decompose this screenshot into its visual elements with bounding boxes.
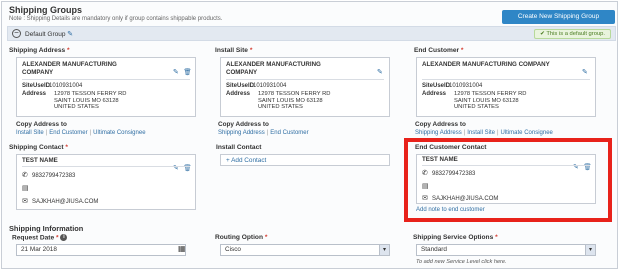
- copy-to-ultimate-consignee-link[interactable]: Ultimate Consignee: [501, 130, 553, 136]
- address-block: 12978 TESSON FERRY RD SAINT LOUIS MO 631…: [258, 91, 331, 111]
- siteuseid-value: 1010931004: [49, 83, 83, 89]
- copy-address-links: Install Site | End Customer | Ultimate Consi…: [16, 130, 146, 136]
- pencil-icon[interactable]: ✎: [67, 31, 73, 38]
- company-name: ALEXANDER MANUFACTURING COMPANY: [22, 61, 117, 76]
- copy-to-shipping-address-link[interactable]: Shipping Address: [415, 130, 462, 136]
- copy-to-ultimate-consignee-link[interactable]: Ultimate Consignee: [93, 130, 145, 136]
- address-block: 12978 TESSON FERRY RD SAINT LOUIS MO 631…: [54, 91, 127, 111]
- chevron-down-icon: ▾: [585, 245, 595, 255]
- shipping-service-label: Shipping Service Options *: [413, 234, 498, 241]
- email-value: SAJKHAH@JIUSA.COM: [432, 196, 499, 202]
- copy-address-label: Copy Address to: [218, 121, 269, 128]
- page-title: Shipping Groups: [9, 5, 82, 15]
- phone-icon: ✆: [22, 172, 28, 179]
- end-customer-label: End Customer *: [414, 47, 464, 54]
- email-icon: ✉: [422, 195, 428, 202]
- company-name: ALEXANDER MANUFACTURING COMPANY: [422, 61, 550, 68]
- siteuseid-value: 1010931004: [449, 83, 483, 89]
- email-value: SAJKHAH@JIUSA.COM: [32, 199, 99, 205]
- shipping-address-card: ALEXANDER MANUFACTURING COMPANY ✎ 🗑 Site…: [16, 57, 196, 117]
- contact-name: TEST NAME: [22, 157, 58, 164]
- info-icon[interactable]: i: [60, 234, 68, 241]
- add-note-link[interactable]: Add note to end customer: [416, 207, 485, 213]
- pencil-icon[interactable]: ✎: [582, 69, 588, 76]
- create-shipping-group-button[interactable]: Create New Shipping Group: [502, 10, 615, 24]
- shipping-information-title: Shipping Information: [9, 224, 84, 233]
- shipping-contact-card: TEST NAME ✎ 🗑 ✆ 9832799472383 ▤ ✉ SAJKHAH@…: [16, 154, 196, 210]
- service-level-hint[interactable]: To add new Service Level click here.: [416, 259, 507, 265]
- copy-address-links: Shipping Address | End Customer: [218, 130, 309, 136]
- install-contact-box: + Add Contact: [220, 154, 390, 166]
- chevron-down-icon: ▾: [379, 245, 389, 255]
- install-site-card: ALEXANDER MANUFACTURING COMPANY ✎ SiteUs…: [220, 57, 390, 117]
- default-group-badge: ✔ This is a default group.: [533, 29, 611, 39]
- end-customer-card: ALEXANDER MANUFACTURING COMPANY ✎ SiteUs…: [416, 57, 596, 117]
- copy-to-install-site-link[interactable]: Install Site: [16, 130, 44, 136]
- copy-address-links: Shipping Address | Install Site | Ultimate C…: [415, 130, 553, 136]
- fax-icon: ▤: [22, 185, 29, 192]
- install-site-label: Install Site *: [215, 47, 253, 54]
- routing-option-select[interactable]: Cisco ▾: [220, 244, 390, 256]
- company-name: ALEXANDER MANUFACTURING COMPANY: [226, 61, 321, 76]
- shipping-groups-panel: Shipping Groups Note : Shipping Details …: [1, 1, 618, 269]
- shipping-contact-label: Shipping Contact *: [9, 144, 68, 151]
- end-customer-contact-label: End Customer Contact: [415, 144, 487, 151]
- routing-option-label: Routing Option *: [215, 234, 268, 241]
- siteuseid-value: 1010931004: [253, 83, 287, 89]
- trash-icon[interactable]: 🗑: [183, 69, 191, 76]
- install-contact-label: Install Contact: [216, 144, 262, 151]
- request-date-input[interactable]: 21 Mar 2018: [16, 244, 186, 256]
- copy-address-label: Copy Address to: [16, 121, 67, 128]
- shipping-address-label: Shipping Address *: [9, 47, 70, 54]
- shipping-service-select[interactable]: Standard ▾: [416, 244, 596, 256]
- pencil-icon[interactable]: ✎: [377, 69, 383, 76]
- calendar-icon[interactable]: ▦: [178, 244, 186, 253]
- copy-to-shipping-address-link[interactable]: Shipping Address: [218, 130, 265, 136]
- phone-value: 9832799472383: [32, 173, 76, 179]
- shipping-note: Note : Shipping Details are mandatory on…: [9, 16, 223, 22]
- check-icon: ✔: [539, 31, 545, 37]
- group-name: Default Group: [25, 31, 66, 38]
- email-icon: ✉: [22, 198, 28, 205]
- address-block: 12978 TESSON FERRY RD SAINT LOUIS MO 631…: [454, 91, 527, 111]
- fax-icon: ▤: [422, 183, 429, 190]
- copy-to-end-customer-link[interactable]: End Customer: [270, 130, 308, 136]
- end-customer-contact-card: TEST NAME ✎ 🗑 ✆ 9832799472383 ▤ ✉ SAJKHAH@…: [416, 154, 596, 204]
- pencil-icon[interactable]: ✎: [173, 69, 179, 76]
- collapse-icon[interactable]: −: [12, 29, 21, 38]
- copy-to-install-site-link[interactable]: Install Site: [467, 130, 495, 136]
- add-contact-link[interactable]: + Add Contact: [226, 157, 266, 164]
- copy-to-end-customer-link[interactable]: End Customer: [49, 130, 87, 136]
- request-date-label: Request Date * i: [12, 234, 68, 241]
- group-header-bar: − Default Group ✎ ✔ This is a default gr…: [7, 26, 616, 41]
- phone-value: 9832799472383: [432, 171, 476, 177]
- contact-name: TEST NAME: [422, 156, 458, 163]
- phone-icon: ✆: [422, 170, 428, 177]
- copy-address-label: Copy Address to: [415, 121, 466, 128]
